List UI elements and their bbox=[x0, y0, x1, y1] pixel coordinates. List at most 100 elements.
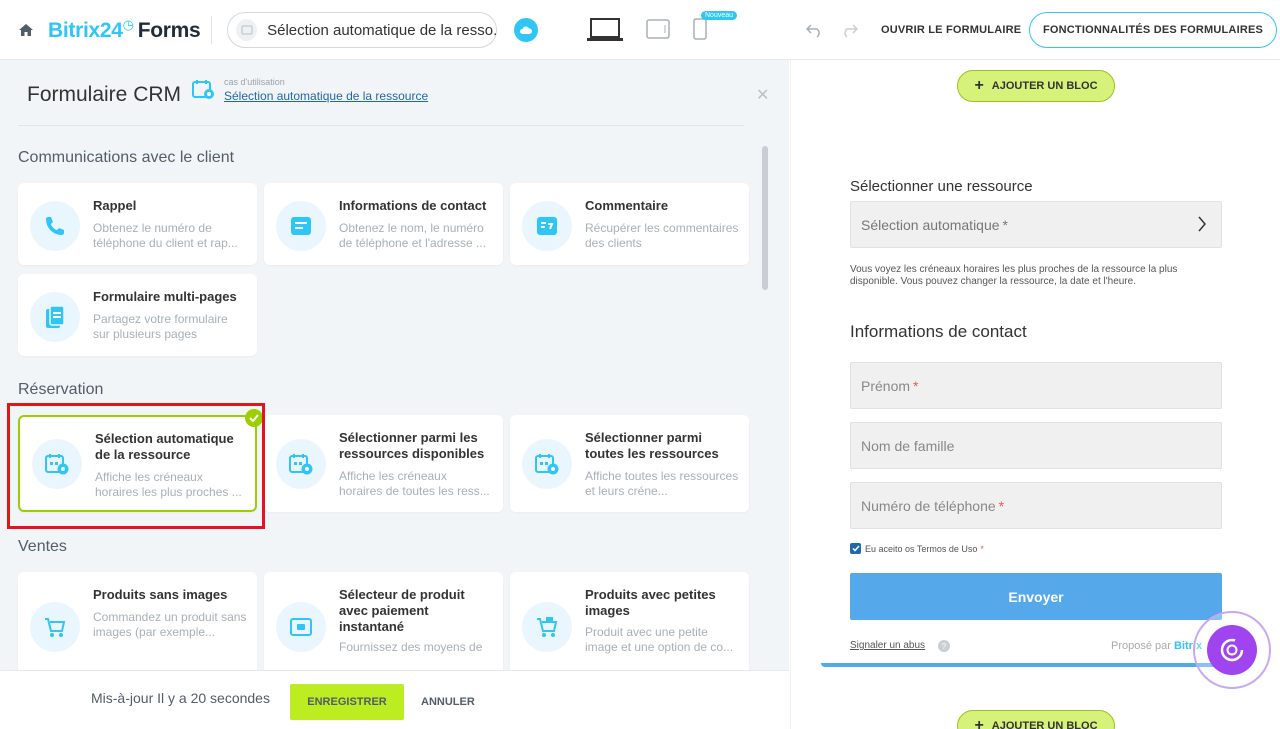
card-description: Fournissez des moyens de bbox=[339, 640, 483, 654]
section-title-communications: Communications avec le client bbox=[18, 149, 235, 166]
cart-icon bbox=[30, 602, 80, 652]
card-description: Récupérer les commentaires des clients bbox=[585, 221, 739, 250]
template-card-contact[interactable]: Informations de contact Obtenez le nom, … bbox=[264, 183, 503, 265]
highlight-box bbox=[7, 403, 265, 529]
payment-icon bbox=[276, 602, 326, 652]
calendar-resource-icon bbox=[192, 80, 214, 99]
last-name-placeholder: Nom de famille bbox=[861, 437, 955, 454]
resource-heading: Sélectionner une ressource bbox=[850, 178, 1033, 195]
add-block-button-bottom[interactable]: + AJOUTER UN BLOC bbox=[957, 710, 1115, 729]
clock-icon: ◷ bbox=[122, 17, 134, 32]
save-button[interactable]: ENREGISTRER bbox=[290, 684, 404, 720]
form-thumbnail-icon bbox=[236, 19, 258, 41]
assistant-icon bbox=[1207, 625, 1257, 675]
redo-icon[interactable] bbox=[840, 22, 858, 38]
cart-image-icon bbox=[522, 602, 572, 652]
card-description: Produit avec une petite image et une opt… bbox=[585, 625, 734, 654]
card-description: Obtenez le numéro de téléphone du client… bbox=[93, 221, 238, 250]
card-description: Affiche les créneaux horaires de toutes … bbox=[339, 469, 490, 498]
template-card-rappel[interactable]: Rappel Obtenez le numéro de téléphone du… bbox=[18, 183, 257, 265]
terms-checkbox[interactable]: Eu aceito os Termos de Uso * bbox=[850, 543, 984, 554]
card-title: Formulaire multi-pages bbox=[93, 289, 237, 304]
submit-button[interactable]: Envoyer bbox=[850, 573, 1222, 620]
phone-device-icon[interactable] bbox=[693, 18, 707, 40]
use-case-link[interactable]: Sélection automatique de la ressource bbox=[224, 89, 428, 103]
last-name-field[interactable]: Nom de famille bbox=[850, 422, 1222, 469]
card-title: Sélectionner parmi les ressources dispon… bbox=[339, 430, 485, 461]
checkbox-checked-icon bbox=[850, 543, 861, 554]
first-name-placeholder: Prénom bbox=[861, 377, 911, 394]
card-title: Sélectionner parmi toutes les ressources bbox=[585, 430, 719, 461]
template-card-multipage[interactable]: Formulaire multi-pages Partagez votre fo… bbox=[18, 274, 257, 356]
plus-icon: + bbox=[974, 77, 984, 94]
template-card-all-resources[interactable]: Sélectionner parmi toutes les ressources… bbox=[510, 415, 749, 512]
comment-icon bbox=[522, 201, 572, 251]
plus-icon: + bbox=[974, 717, 984, 729]
phone-placeholder: Numéro de téléphone bbox=[861, 497, 996, 514]
bottom-bar: Mis-à-jour Il y a 20 secondes ENREGISTRE… bbox=[0, 670, 789, 729]
close-icon[interactable]: ✕ bbox=[756, 85, 769, 105]
required-mark: * bbox=[913, 377, 919, 394]
phone-field[interactable]: Numéro de téléphone * bbox=[850, 482, 1222, 529]
divider bbox=[18, 125, 744, 126]
template-card-comment[interactable]: Commentaire Récupérer les commentaires d… bbox=[510, 183, 749, 265]
card-description: Partagez votre formulaire sur plusieurs … bbox=[93, 312, 228, 341]
contact-card-icon bbox=[276, 201, 326, 251]
card-description: Obtenez le nom, le numéro de téléphone e… bbox=[339, 221, 487, 250]
top-bar: Bitrix24◷ Forms Sélection automatique de … bbox=[0, 0, 1280, 60]
open-form-button[interactable]: OUVRIR LE FORMULAIRE bbox=[869, 12, 1033, 48]
add-block-label: AJOUTER UN BLOC bbox=[991, 80, 1098, 92]
pages-icon bbox=[30, 292, 80, 342]
required-mark: * bbox=[980, 543, 984, 554]
card-description: Commandez un produit sans images (par ex… bbox=[93, 610, 247, 639]
terms-label: Eu aceito os Termos de Uso bbox=[865, 543, 978, 554]
required-mark: * bbox=[998, 497, 1005, 514]
powered-by-label: Proposé par bbox=[1111, 640, 1171, 652]
template-panel: Formulaire CRM cas d'utilisation Sélecti… bbox=[0, 60, 789, 670]
calendar-resource-icon bbox=[522, 439, 572, 489]
card-description: Affiche toutes les ressources et leurs c… bbox=[585, 469, 739, 498]
form-features-button[interactable]: FONCTIONNALITÉS DES FORMULAIRES bbox=[1029, 12, 1277, 48]
brand-name: Bitrix24 bbox=[48, 19, 123, 42]
cancel-button[interactable]: ANNULER bbox=[421, 684, 475, 720]
section-title-sales: Ventes bbox=[18, 538, 67, 555]
tablet-icon[interactable] bbox=[646, 19, 670, 39]
resource-select[interactable]: Sélection automatique * bbox=[850, 201, 1222, 248]
form-selector-value: Sélection automatique de la resso... bbox=[267, 21, 496, 39]
laptop-icon[interactable] bbox=[587, 18, 623, 42]
undo-icon[interactable] bbox=[806, 22, 824, 38]
panel-title: Formulaire CRM bbox=[27, 83, 182, 106]
contact-heading: Informations de contact bbox=[850, 322, 1027, 341]
add-block-button[interactable]: + AJOUTER UN BLOC bbox=[957, 70, 1115, 102]
report-abuse-link[interactable]: Signaler un abus bbox=[850, 640, 925, 651]
card-title: Produits sans images bbox=[93, 587, 228, 602]
card-title: Informations de contact bbox=[339, 198, 487, 213]
ai-assistant-button[interactable] bbox=[1193, 611, 1271, 689]
card-title: Sélecteur de produit avec paiement insta… bbox=[339, 587, 465, 634]
card-title: Produits avec petites images bbox=[585, 587, 716, 618]
resource-note: Vous voyez les créneaux horaires les plu… bbox=[850, 264, 1178, 287]
help-icon[interactable]: ? bbox=[938, 640, 950, 652]
chevron-right-icon bbox=[1198, 216, 1206, 232]
section-title-reservation: Réservation bbox=[18, 381, 104, 398]
brand-logo[interactable]: Bitrix24◷ Forms bbox=[48, 17, 201, 43]
template-card-product-instant-payment[interactable]: Sélecteur de produit avec paiement insta… bbox=[264, 572, 503, 670]
scrollbar[interactable] bbox=[762, 146, 768, 290]
first-name-field[interactable]: Prénom * bbox=[850, 362, 1222, 409]
powered-by[interactable]: Proposé par Bitrix bbox=[1111, 640, 1202, 652]
template-card-products-no-images[interactable]: Produits sans images Commandez un produi… bbox=[18, 572, 257, 670]
required-mark: * bbox=[1002, 216, 1008, 233]
cloud-icon[interactable] bbox=[514, 18, 538, 42]
form-selector[interactable]: Sélection automatique de la resso... bbox=[227, 12, 497, 48]
template-card-products-small-images[interactable]: Produits avec petites images Produit ave… bbox=[510, 572, 749, 670]
calendar-resource-icon bbox=[276, 439, 326, 489]
card-title: Commentaire bbox=[585, 198, 669, 213]
home-icon[interactable] bbox=[18, 22, 34, 38]
new-badge: Nouveau bbox=[701, 11, 738, 20]
brand-forms: Forms bbox=[137, 19, 201, 42]
form-bottom-border bbox=[821, 663, 1251, 667]
template-card-available-resources[interactable]: Sélectionner parmi les ressources dispon… bbox=[264, 415, 503, 512]
add-block-label: AJOUTER UN BLOC bbox=[991, 720, 1098, 729]
divider bbox=[211, 16, 212, 44]
use-case-label: cas d'utilisation bbox=[224, 77, 285, 87]
